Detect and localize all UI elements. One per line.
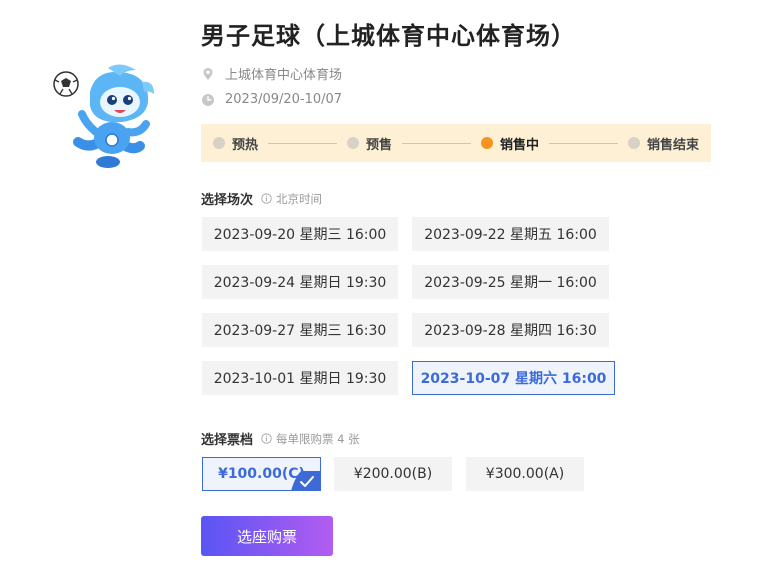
- ticket-tier[interactable]: ¥200.00(B): [334, 457, 452, 491]
- sessions-header: 选择场次 北京时间: [201, 189, 323, 209]
- step-dot: [628, 137, 640, 149]
- mascot-image: [50, 62, 160, 172]
- step-label: 销售中: [500, 137, 540, 153]
- session-option[interactable]: 2023-09-25 星期一 16:00: [412, 265, 609, 299]
- step-connector: [268, 142, 337, 144]
- map-pin-icon: [203, 67, 213, 80]
- session-option[interactable]: 2023-09-24 星期日 19:30: [202, 265, 398, 299]
- info-circle-icon: [261, 193, 272, 204]
- session-option[interactable]: 2023-09-20 星期三 16:00: [202, 217, 398, 251]
- step-connector: [402, 142, 471, 144]
- session-option-selected[interactable]: 2023-10-07 星期六 16:00: [412, 361, 615, 395]
- step-label: 销售结束: [647, 137, 700, 153]
- soccer-ball-icon: [53, 71, 79, 97]
- checkmark-icon: [291, 471, 320, 490]
- sessions-timezone-note: 北京时间: [276, 191, 323, 206]
- session-option[interactable]: 2023-09-27 星期三 16:30: [202, 313, 398, 347]
- session-option[interactable]: 2023-09-22 星期五 16:00: [412, 217, 609, 251]
- tickets-header: 选择票档 每单限购票 4 张: [201, 429, 360, 449]
- tickets-limit-note: 每单限购票 4 张: [276, 431, 360, 446]
- step-dot-active: [481, 137, 493, 149]
- step-dot: [213, 137, 225, 149]
- sales-progress: 预热 预售 销售中 销售结束: [201, 124, 711, 162]
- step-on-sale: 销售中: [481, 134, 539, 153]
- tier-price: ¥200.00(B): [353, 466, 433, 482]
- event-dates: 2023/09/20-10/07: [201, 92, 342, 107]
- step-dot: [347, 137, 359, 149]
- sessions-title: 选择场次: [201, 193, 254, 208]
- tier-price: ¥300.00(A): [485, 466, 565, 482]
- step-label: 预热: [232, 137, 259, 153]
- clock-icon: [202, 93, 214, 106]
- select-seat-buy-button[interactable]: 选座购票: [201, 516, 333, 556]
- step-connector: [549, 142, 618, 144]
- info-circle-icon: [261, 433, 272, 444]
- ticket-tier[interactable]: ¥300.00(A): [466, 457, 584, 491]
- dates-text: 2023/09/20-10/07: [225, 92, 343, 107]
- event-venue: 上城体育中心体育场: [201, 64, 342, 83]
- ticket-tier-selected[interactable]: ¥100.00(C): [202, 457, 321, 491]
- step-presale: 预售: [347, 134, 392, 153]
- session-option[interactable]: 2023-09-28 星期四 16:30: [412, 313, 609, 347]
- venue-text: 上城体育中心体育场: [225, 68, 343, 83]
- session-option[interactable]: 2023-10-01 星期日 19:30: [202, 361, 398, 395]
- tickets-title: 选择票档: [201, 433, 254, 448]
- step-sale-ended: 销售结束: [628, 134, 699, 153]
- event-title: 男子足球（上城体育中心体育场）: [201, 22, 576, 50]
- step-label: 预售: [366, 137, 393, 153]
- step-preheat: 预热: [213, 134, 258, 153]
